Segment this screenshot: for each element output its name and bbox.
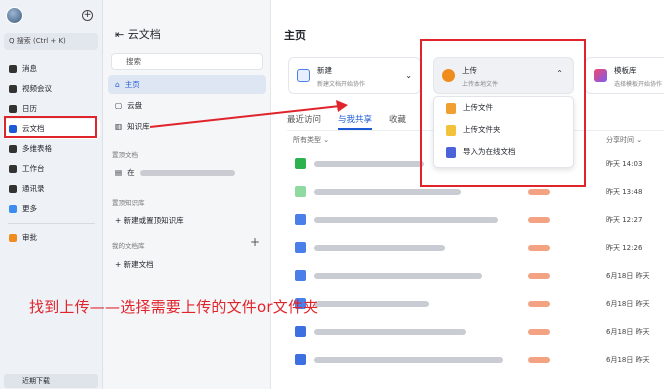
annotation-caption: 找到上传——选择需要上传的文件or文件夹	[29, 298, 319, 316]
annotation-arrow	[149, 100, 348, 128]
